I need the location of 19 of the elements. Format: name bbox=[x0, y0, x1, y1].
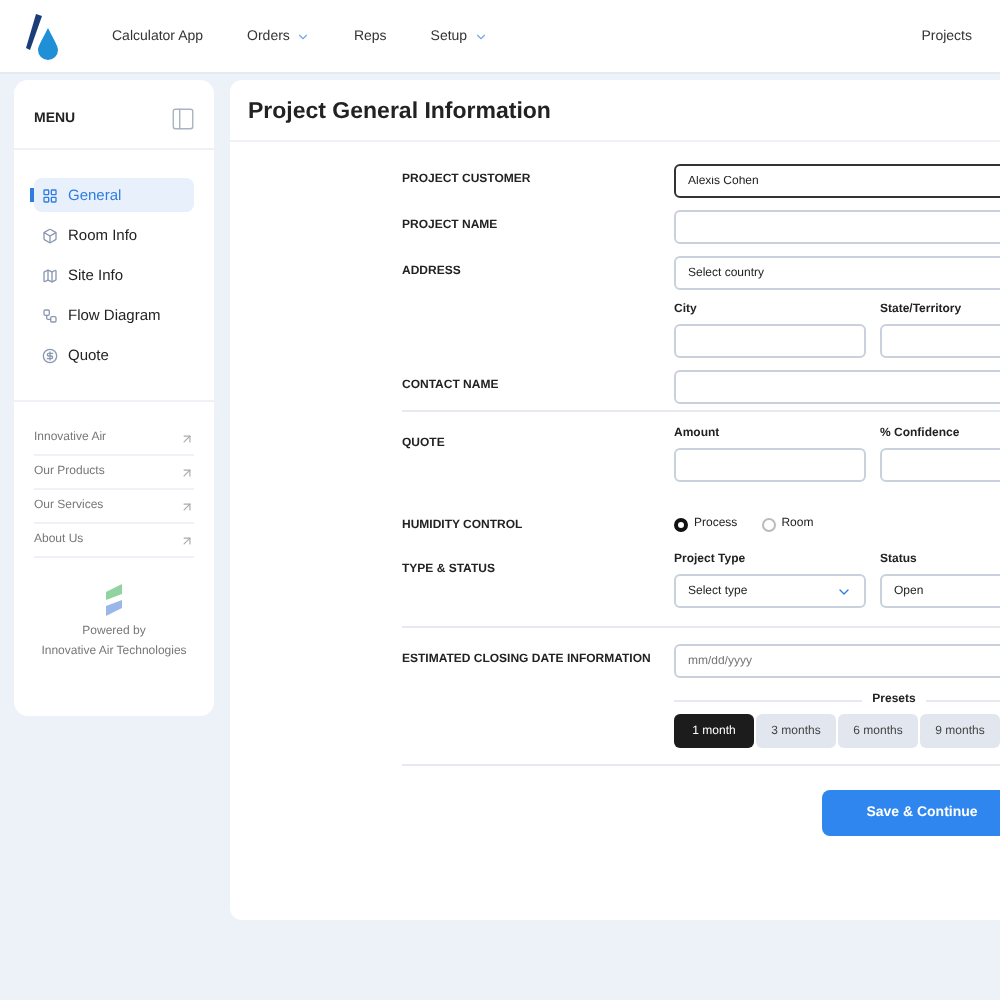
chevron-down-icon bbox=[473, 29, 488, 43]
chevron-down-icon bbox=[295, 29, 310, 43]
input-field[interactable] bbox=[674, 448, 866, 482]
grid-icon bbox=[42, 187, 58, 203]
logo-icon bbox=[24, 10, 64, 62]
brand-logo-icon bbox=[100, 582, 128, 618]
arrow-up-right-icon bbox=[180, 533, 194, 547]
input-field[interactable] bbox=[674, 370, 1000, 404]
arrow-up-right-icon bbox=[180, 499, 194, 513]
input-field[interactable] bbox=[674, 210, 1000, 244]
workflow-icon bbox=[42, 307, 58, 323]
dollar-icon bbox=[42, 347, 58, 363]
arrow-up-right-icon bbox=[180, 431, 194, 445]
input-field[interactable] bbox=[674, 324, 866, 358]
arrow-up-right-icon bbox=[180, 465, 194, 479]
collapse-sidebar-icon[interactable] bbox=[170, 106, 196, 132]
cube-icon bbox=[42, 227, 58, 243]
page-title: Project General Information bbox=[230, 80, 1000, 142]
map-icon bbox=[42, 267, 58, 283]
